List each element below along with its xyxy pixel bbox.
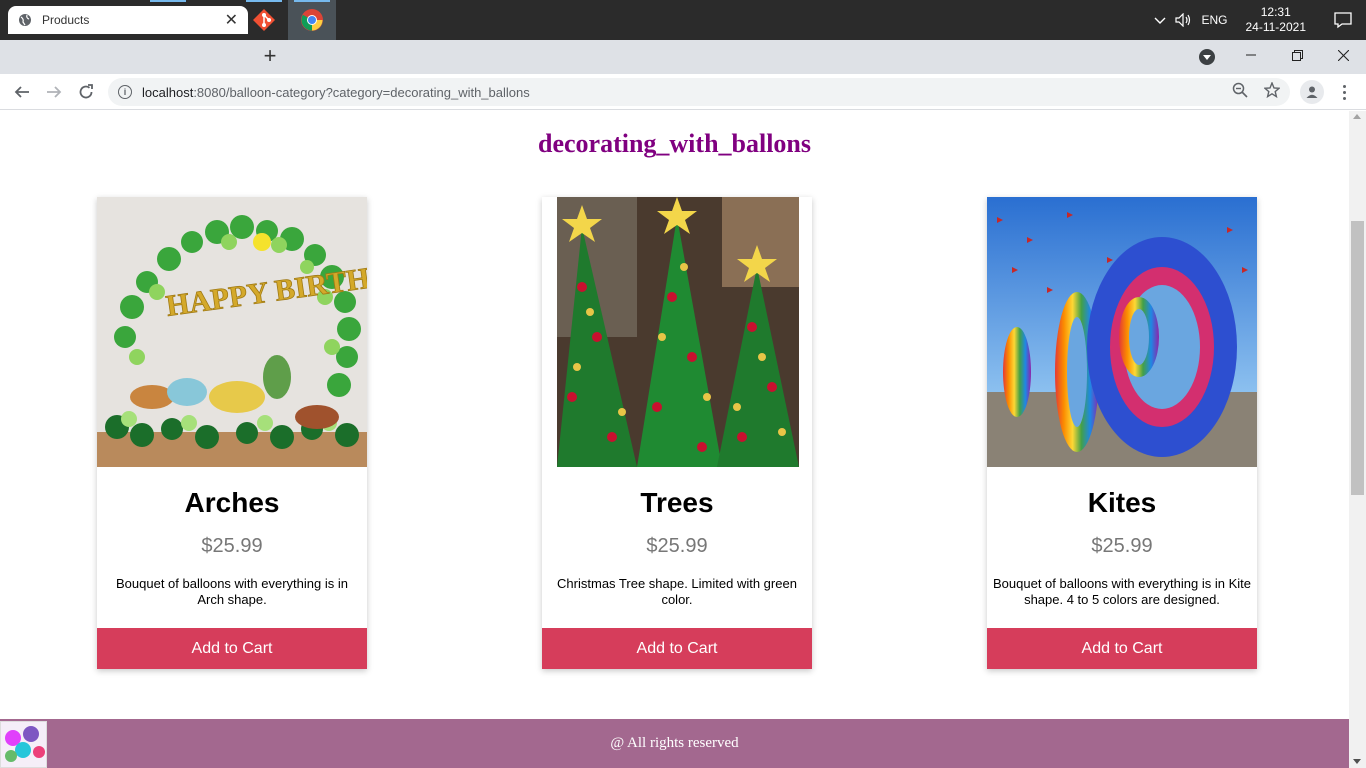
- product-name: Arches: [184, 487, 280, 518]
- page-scrollbar[interactable]: [1349, 111, 1366, 768]
- arrow-right-icon: [47, 86, 62, 98]
- product-card-arches: HAPPY BIRTHDAY Arches $25.99 Bouquet of …: [97, 197, 367, 669]
- close-window-button[interactable]: [1320, 40, 1366, 70]
- product-image-kites[interactable]: [987, 197, 1257, 467]
- volume-icon[interactable]: [1175, 13, 1193, 27]
- url-path: :8080/balloon-category?category=decorati…: [193, 84, 530, 100]
- reload-icon: [79, 84, 93, 99]
- url-host: localhost: [142, 84, 194, 100]
- action-center-button[interactable]: [1320, 0, 1366, 40]
- arrow-left-icon: [14, 86, 29, 98]
- scroll-down-arrow[interactable]: [1353, 759, 1361, 764]
- product-description: Christmas Tree shape. Limited with green…: [557, 576, 797, 607]
- page-footer: @ All rights reserved: [0, 719, 1349, 768]
- tab-title: Products: [42, 13, 90, 27]
- product-price: $25.99: [1091, 535, 1153, 557]
- chevron-up-icon[interactable]: [1153, 13, 1167, 27]
- back-button[interactable]: [10, 80, 34, 104]
- restore-button[interactable]: [1274, 40, 1320, 70]
- forward-button[interactable]: [42, 80, 66, 104]
- bookmark-button[interactable]: [1262, 80, 1282, 100]
- restore-icon: [1291, 49, 1303, 61]
- taskbar-chrome-button[interactable]: [288, 0, 336, 40]
- chrome-icon: [301, 9, 323, 31]
- globe-icon: [19, 14, 31, 26]
- close-icon: [1337, 49, 1349, 61]
- clock-date: 24-11-2021: [1245, 20, 1307, 34]
- product-card-kites: Kites $25.99 Bouquet of balloons with ev…: [987, 197, 1257, 669]
- language-indicator[interactable]: ENG: [1201, 13, 1227, 27]
- zoom-out-icon: [1232, 82, 1248, 98]
- product-name: Trees: [640, 487, 714, 518]
- product-card-trees: Trees $25.99 Christmas Tree shape. Limit…: [542, 197, 812, 669]
- site-logo[interactable]: [0, 721, 47, 768]
- profile-button[interactable]: [1300, 80, 1324, 104]
- add-to-cart-button[interactable]: Add to Cart: [987, 628, 1257, 669]
- product-price: $25.99: [646, 535, 708, 557]
- footer-text: @ All rights reserved: [610, 735, 739, 751]
- reload-button[interactable]: [74, 80, 98, 104]
- product-image-trees[interactable]: [542, 197, 812, 467]
- product-price: $25.99: [201, 535, 263, 557]
- browser-tab-products[interactable]: Products ✕: [8, 6, 248, 34]
- person-icon: [1306, 86, 1318, 98]
- product-name: Kites: [1087, 487, 1157, 518]
- product-image-arches[interactable]: HAPPY BIRTHDAY: [97, 197, 367, 467]
- zoom-button[interactable]: [1230, 80, 1250, 100]
- info-icon[interactable]: i: [118, 85, 132, 99]
- product-description: Bouquet of balloons with everything is i…: [116, 576, 348, 607]
- system-tray: ENG 12:31 24-11-2021: [1153, 0, 1366, 40]
- clock[interactable]: 12:31 24-11-2021: [1246, 5, 1307, 35]
- minimize-button[interactable]: [1228, 40, 1274, 70]
- new-tab-button[interactable]: +: [258, 44, 282, 68]
- add-to-cart-button[interactable]: Add to Cart: [542, 628, 812, 669]
- tab-close-icon[interactable]: ✕: [225, 10, 238, 30]
- scroll-up-arrow[interactable]: [1353, 114, 1361, 119]
- browser-tab-strip: [0, 40, 1366, 74]
- page-viewport: decorating_with_ballons HAPPY BIRTHDAY A…: [0, 111, 1349, 768]
- tab-search-button[interactable]: [1199, 49, 1215, 65]
- browser-toolbar: i localhost:8080/balloon-category?catego…: [0, 74, 1366, 110]
- address-bar[interactable]: i localhost:8080/balloon-category?catego…: [108, 78, 1290, 106]
- scrollbar-thumb[interactable]: [1351, 221, 1364, 495]
- git-icon: [253, 9, 275, 31]
- star-icon: [1264, 82, 1280, 98]
- clock-time: 12:31: [1260, 5, 1291, 19]
- browser-menu-button[interactable]: [1336, 82, 1352, 102]
- category-heading: decorating_with_ballons: [537, 129, 812, 158]
- minimize-icon: [1246, 54, 1256, 56]
- add-to-cart-button[interactable]: Add to Cart: [97, 628, 367, 669]
- notification-icon: [1334, 12, 1352, 29]
- product-description: Bouquet of balloons with everything is i…: [993, 576, 1251, 607]
